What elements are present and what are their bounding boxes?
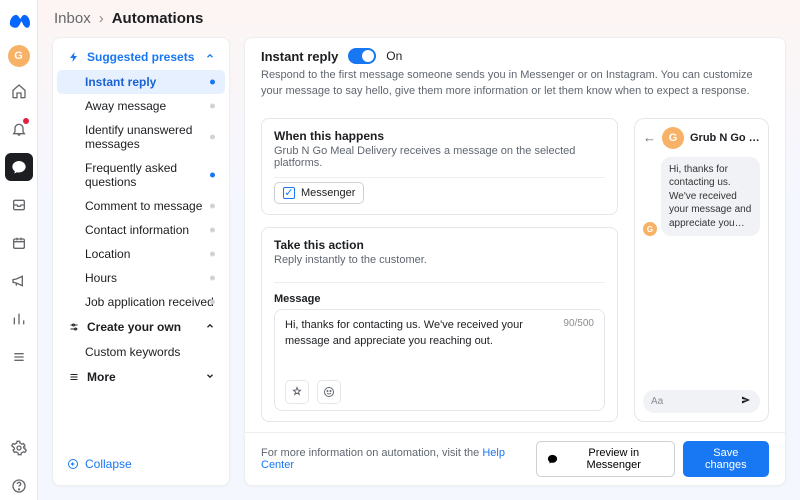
conversation-preview: ← G Grub N Go M… G Hi, thanks for contac… xyxy=(634,118,769,422)
sidebar-item-instant-reply[interactable]: Instant reply xyxy=(57,70,225,94)
char-counter: 90/500 xyxy=(563,318,594,376)
preview-avatar: G xyxy=(662,127,684,149)
message-label: Message xyxy=(274,293,605,305)
platform-messenger-checkbox[interactable]: ✓ Messenger xyxy=(274,182,364,204)
breadcrumb: Inbox › Automations xyxy=(38,0,800,37)
chevron-down-icon xyxy=(205,370,215,384)
help-icon[interactable] xyxy=(5,472,33,500)
automation-title: Instant reply xyxy=(261,49,338,64)
sidebar-item-hours[interactable]: Hours xyxy=(57,266,225,290)
menu-icon[interactable] xyxy=(5,343,33,371)
sidebar-item-location[interactable]: Location xyxy=(57,242,225,266)
chat-icon[interactable] xyxy=(5,153,33,181)
bell-icon[interactable] xyxy=(5,115,33,143)
trigger-heading: When this happens xyxy=(274,129,605,143)
emoji-button[interactable] xyxy=(317,380,341,404)
action-sub: Reply instantly to the customer. xyxy=(274,254,605,266)
chevron-up-icon xyxy=(205,320,215,334)
chevron-up-icon xyxy=(205,50,215,64)
chevron-right-icon: › xyxy=(99,10,104,27)
create-your-own-header[interactable]: Create your own xyxy=(57,314,225,340)
enabled-toggle[interactable] xyxy=(348,48,376,64)
automation-description: Respond to the first message someone sen… xyxy=(261,68,769,100)
insights-icon[interactable] xyxy=(5,305,33,333)
checkmark-icon: ✓ xyxy=(283,187,295,199)
message-editor: 90/500 xyxy=(274,309,605,411)
footer-text: For more information on automation, visi… xyxy=(261,447,520,471)
action-card: Take this action Reply instantly to the … xyxy=(261,227,618,422)
sidebar-item-custom-keywords[interactable]: Custom keywords xyxy=(57,340,225,364)
inbox-icon[interactable] xyxy=(5,191,33,219)
preview-back-icon[interactable]: ← xyxy=(643,130,656,145)
list-icon xyxy=(67,370,81,384)
settings-icon[interactable] xyxy=(5,434,33,462)
more-header[interactable]: More xyxy=(57,364,225,390)
sidebar-item-unanswered[interactable]: Identify unanswered messages xyxy=(57,118,225,156)
trigger-sub: Grub N Go Meal Delivery receives a messa… xyxy=(274,145,605,169)
sidebar-item-job-application[interactable]: Job application received xyxy=(57,290,225,314)
sidebar-item-contact-info[interactable]: Contact information xyxy=(57,218,225,242)
sidebar-item-away-message[interactable]: Away message xyxy=(57,94,225,118)
megaphone-icon[interactable] xyxy=(5,267,33,295)
preview-input: Aa xyxy=(643,390,760,413)
preview-in-messenger-button[interactable]: Preview in Messenger xyxy=(536,441,675,477)
action-heading: Take this action xyxy=(274,238,605,252)
left-rail: G xyxy=(0,0,38,500)
bolt-icon xyxy=(67,50,81,64)
sidebar-item-comment-to-message[interactable]: Comment to message xyxy=(57,194,225,218)
toggle-state: On xyxy=(386,49,402,63)
bubble-avatar: G xyxy=(643,222,657,236)
meta-logo xyxy=(8,10,30,35)
save-changes-button[interactable]: Save changes xyxy=(683,441,769,477)
suggested-presets-header[interactable]: Suggested presets xyxy=(57,44,225,70)
sliders-icon xyxy=(67,320,81,334)
preview-business-name: Grub N Go M… xyxy=(690,132,760,144)
message-textarea[interactable] xyxy=(285,318,555,376)
trigger-card: When this happens Grub N Go Meal Deliver… xyxy=(261,118,618,215)
preview-message-bubble: Hi, thanks for contacting us. We've rece… xyxy=(661,157,760,237)
breadcrumb-parent[interactable]: Inbox xyxy=(54,10,91,27)
calendar-icon[interactable] xyxy=(5,229,33,257)
preview-send-icon xyxy=(740,394,752,409)
sidebar-item-faq[interactable]: Frequently asked questions xyxy=(57,156,225,194)
user-avatar[interactable]: G xyxy=(8,45,30,67)
breadcrumb-current: Automations xyxy=(112,10,204,27)
personalize-button[interactable] xyxy=(285,380,309,404)
automation-sidebar: Suggested presets Instant reply Away mes… xyxy=(52,37,230,486)
collapse-sidebar[interactable]: Collapse xyxy=(57,449,225,479)
footer-bar: For more information on automation, visi… xyxy=(245,432,785,485)
home-icon[interactable] xyxy=(5,77,33,105)
main-panel: Instant reply On Respond to the first me… xyxy=(244,37,786,486)
